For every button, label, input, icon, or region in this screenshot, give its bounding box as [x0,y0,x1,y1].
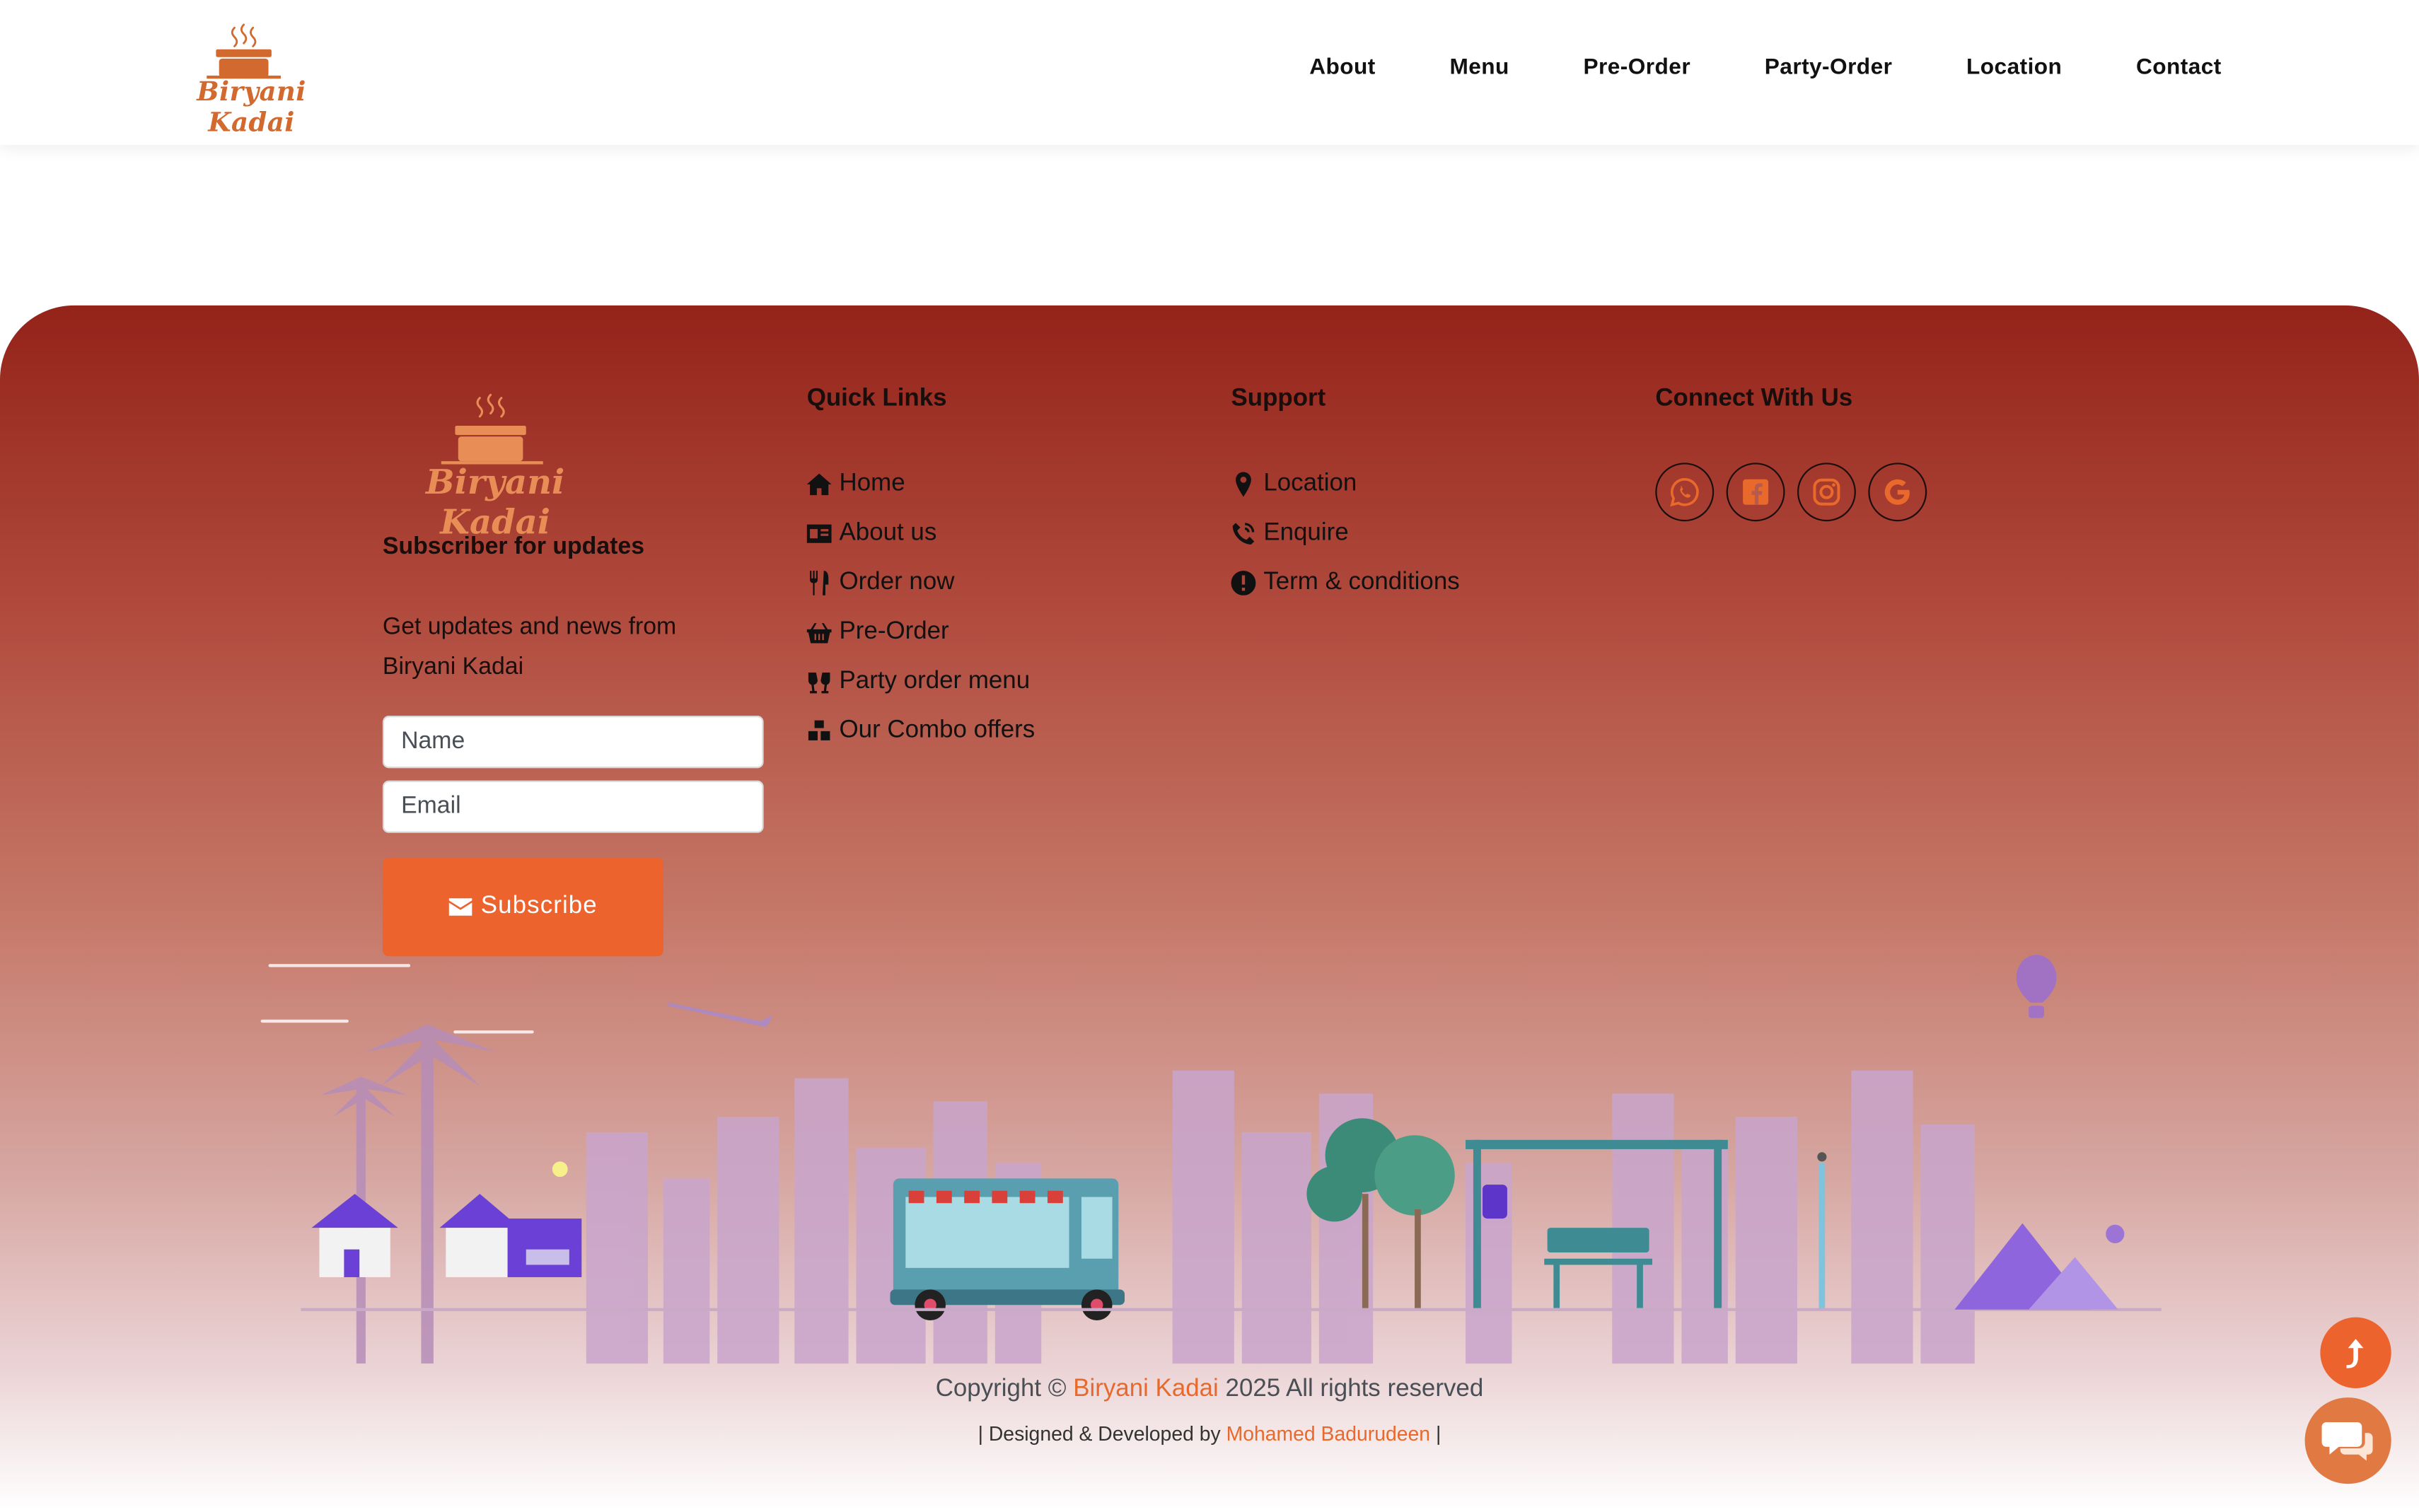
instagram-link[interactable] [1797,463,1856,522]
nav-pre-order[interactable]: Pre-Order [1583,56,1690,81]
logo[interactable]: Biryani Kadai [167,22,337,139]
city-illustration [260,955,2162,1364]
support-link-terms[interactable]: Term & conditions [1231,559,1460,608]
copyright-suffix: 2025 All rights reserved [1225,1376,1484,1402]
envelope-icon [448,898,472,916]
chat-bubbles-icon [2321,1421,2373,1461]
google-icon [1884,479,1910,505]
designer-link[interactable]: Mohamed Badurudeen [1226,1422,1430,1446]
id-card-icon [806,524,832,543]
subscribe-title: Subscriber for updates [382,533,645,560]
email-input[interactable] [382,780,764,833]
quick-link-party-menu[interactable]: Party order menu [807,657,1036,706]
quick-link-label: Home [839,470,905,497]
quick-link-label: About us [839,520,937,547]
support-link-label: Enquire [1263,520,1349,547]
cheers-icon [808,672,830,694]
nav-location[interactable]: Location [1966,56,2062,81]
quick-link-pre-order[interactable]: Pre-Order [806,607,1036,657]
instagram-icon [1813,478,1840,506]
designed-prefix: | Designed & Developed by [978,1421,1221,1446]
cubes-icon [808,720,830,740]
google-link[interactable] [1868,463,1927,522]
nav-about[interactable]: About [1309,56,1376,81]
quick-link-about[interactable]: About us [806,509,1036,559]
quick-link-combo-offers[interactable]: Our Combo offers [807,706,1036,756]
support-link-enquire[interactable]: Enquire [1231,509,1460,559]
copyright: Copyright © Biryani Kadai 2025 All right… [0,1376,2419,1404]
footer-logo[interactable]: Biryani Kadai [383,392,608,543]
scroll-to-top-button[interactable] [2320,1317,2391,1388]
quick-link-home[interactable]: Home [806,460,1036,509]
site-footer: Biryani Kadai Subscriber for updates Get… [0,305,2419,1512]
hot-air-balloon-icon [2016,955,2057,1018]
support-link-label: Term & conditions [1263,569,1460,595]
logo-text: Biryani Kadai [197,77,306,139]
biryani-pot-icon [441,393,543,465]
food-truck-icon [890,1178,1125,1321]
support-link-location[interactable]: Location [1231,460,1460,509]
designed-suffix: | [1435,1421,1441,1446]
name-input[interactable] [382,716,764,769]
arrow-up-icon [2346,1339,2364,1368]
chat-button[interactable] [2304,1397,2391,1484]
main-nav: About Menu Pre-Order Party-Order Locatio… [1309,56,2222,81]
map-pin-icon [1236,472,1251,497]
quick-links-list: Home About us Order now Pre-Order Party … [806,460,1036,756]
nav-menu[interactable]: Menu [1449,56,1509,81]
quick-link-label: Pre-Order [839,618,949,645]
facebook-icon [1743,479,1769,505]
quick-links-title: Quick Links [806,385,947,412]
subscribe-button-label: Subscribe [480,892,598,919]
quick-link-order-now[interactable]: Order now [807,559,1036,608]
quick-link-label: Order now [839,569,955,595]
copyright-prefix: Copyright © [935,1376,1067,1402]
exclamation-circle-icon [1231,571,1256,595]
support-link-label: Location [1263,470,1357,497]
designed-by: | Designed & Developed by Mohamed Baduru… [0,1422,2419,1446]
subscribe-text: Get updates and news from Biryani Kadai [382,614,677,680]
support-title: Support [1231,385,1326,412]
whatsapp-link[interactable] [1655,463,1715,522]
biryani-pot-icon [207,23,281,79]
utensils-icon [810,571,829,595]
social-links [1655,463,1927,522]
whatsapp-icon [1670,477,1699,507]
facebook-link[interactable] [1726,463,1785,522]
nav-party-order[interactable]: Party-Order [1765,56,1893,81]
footer-logo-text: Biryani Kadai [426,463,565,543]
quick-link-label: Our Combo offers [839,717,1036,744]
copyright-brand-link[interactable]: Biryani Kadai [1073,1376,1219,1402]
quick-link-label: Party order menu [839,668,1031,694]
airplane-icon [668,1002,773,1028]
subscribe-button[interactable]: Subscribe [382,857,663,957]
home-icon [806,473,832,496]
phone-icon [1232,523,1255,545]
connect-title: Connect With Us [1655,385,1853,412]
nav-contact[interactable]: Contact [2136,56,2222,81]
site-header: Biryani Kadai About Menu Pre-Order Party… [0,0,2419,146]
basket-icon [806,623,832,644]
support-list: Location Enquire Term & conditions [1231,460,1460,607]
